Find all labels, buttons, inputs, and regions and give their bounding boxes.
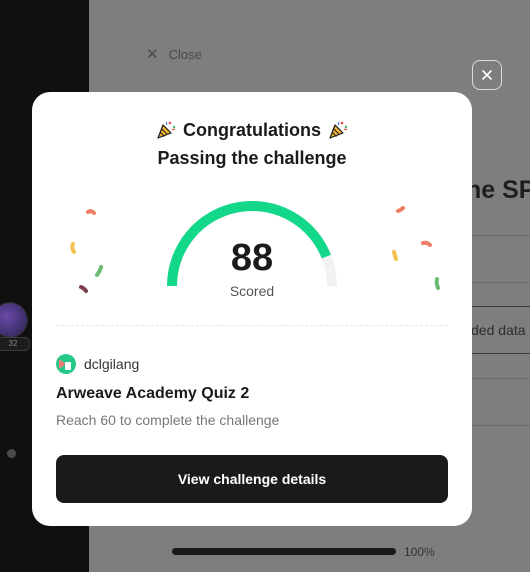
- score-value: 88: [230, 237, 274, 279]
- challenge-result-modal: Congratulations Passing the challenge 88…: [32, 92, 472, 526]
- close-icon: [482, 70, 492, 80]
- section-divider: [56, 325, 448, 326]
- background-avatar: [0, 302, 28, 338]
- modal-heading-text: Congratulations: [183, 119, 321, 140]
- challenge-author: dclgilang: [56, 354, 139, 374]
- score-label: Scored: [229, 283, 275, 299]
- modal-close-button[interactable]: [472, 60, 502, 90]
- user-avatar: [56, 354, 76, 374]
- background-dot: [7, 449, 16, 458]
- party-popper-icon: [329, 121, 348, 139]
- background-divider: [462, 425, 530, 426]
- background-avatar-badge: 32: [0, 337, 30, 351]
- quiz-requirement: Reach 60 to complete the challenge: [56, 412, 280, 428]
- username: dclgilang: [84, 356, 140, 372]
- party-popper-icon: [157, 121, 176, 139]
- background-divider: [462, 282, 530, 283]
- background-close-link: ✕ Close: [146, 45, 202, 63]
- background-field-text: ded data: [471, 322, 526, 338]
- modal-subheading: Passing the challenge: [157, 148, 347, 168]
- background-title: ne SPe: [466, 176, 530, 204]
- background-divider: [462, 235, 530, 236]
- view-challenge-details-button[interactable]: View challenge details: [56, 455, 448, 503]
- background-progress-bar: [172, 548, 396, 555]
- modal-heading: Congratulations: [32, 119, 472, 141]
- background-close-label: Close: [168, 46, 202, 62]
- background-divider: [462, 378, 530, 379]
- background-close-icon: ✕: [146, 46, 159, 63]
- background-progress-label: 100%: [404, 545, 435, 559]
- quiz-title: Arweave Academy Quiz 2: [56, 385, 250, 402]
